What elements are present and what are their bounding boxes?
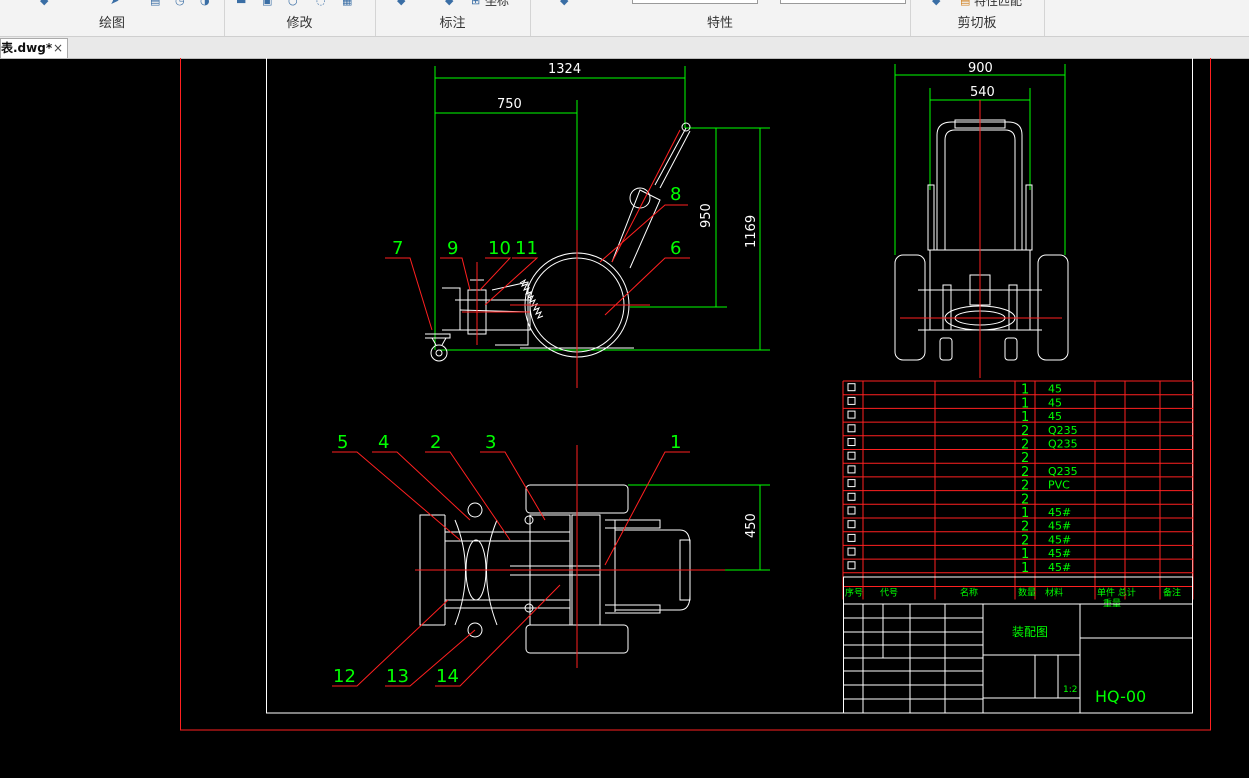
- ribbon-toolbar: ◆ ➤ ▤ ◷ ◑ 绘图 ▬ ▣ ○ ◌ ▦ 修改 ◆ ◆ ⊞ 坐标 标注 ◆ …: [0, 0, 1249, 37]
- ribbon-group-clipboard: ◆ ▤ 特性匹配 剪切板: [910, 0, 1045, 36]
- balloon-12: 12: [333, 666, 356, 687]
- balloon-11: 11: [515, 238, 538, 259]
- ribbon-group-label-annotate: 标注: [439, 16, 466, 31]
- drawing-canvas[interactable]: 1324 750 950 1169 7 9 10 11 6 8 450 5 4 …: [0, 49, 1249, 774]
- bom-row-qty: 1: [1021, 561, 1029, 576]
- bom-row-marker: [847, 424, 856, 433]
- title-block-drawing-number: HQ-00: [1095, 687, 1146, 706]
- region-icon[interactable]: ◷: [175, 0, 187, 6]
- ribbon-group-properties: ◆ 特性: [530, 0, 911, 36]
- bom-row-material: Q235: [1048, 438, 1078, 451]
- balloon-5: 5: [337, 432, 348, 453]
- match-properties-icon[interactable]: ▤: [960, 0, 972, 6]
- title-block-scale: 1:2: [1063, 685, 1077, 695]
- array-icon[interactable]: ▦: [342, 0, 354, 6]
- ribbon-group-modify: ▬ ▣ ○ ◌ ▦ 修改: [224, 0, 376, 36]
- bom-header-cell: 备注: [1163, 587, 1181, 599]
- coordinate-icon[interactable]: ⊞: [471, 0, 483, 6]
- dim-450: 450: [744, 513, 759, 538]
- balloon-3: 3: [485, 432, 496, 453]
- balloon-7: 7: [392, 238, 403, 259]
- paste-icon[interactable]: ◆: [932, 0, 944, 6]
- hatch-icon[interactable]: ➤: [110, 0, 122, 6]
- bom-row-marker: [847, 520, 856, 529]
- bom-header-cell: 代号: [880, 588, 898, 599]
- cad-drawing: 1324 750 950 1169 7 9 10 11 6 8 450 5 4 …: [180, 49, 1211, 731]
- dim-900: 900: [968, 61, 993, 76]
- balloon-6: 6: [670, 238, 681, 259]
- ribbon-group-label-draw: 绘图: [98, 16, 125, 31]
- bom-row-marker: [847, 506, 856, 515]
- leader-icon[interactable]: ◆: [445, 0, 457, 6]
- bom-row-material: 45: [1048, 396, 1062, 409]
- polyline-icon[interactable]: ◆: [40, 0, 52, 6]
- bom-row-material: 45: [1048, 383, 1062, 396]
- boundary-icon[interactable]: ◑: [200, 0, 212, 6]
- move-icon[interactable]: ▬: [236, 0, 248, 6]
- bom-row-material: 45: [1048, 410, 1062, 423]
- close-icon[interactable]: ×: [53, 39, 63, 58]
- document-tab[interactable]: 表.dwg* ×: [0, 38, 68, 58]
- document-tab-label: 表.dwg*: [1, 41, 53, 55]
- bom-row-marker: [847, 438, 856, 446]
- coordinate-button-label[interactable]: 坐标: [485, 0, 509, 9]
- dim-950: 950: [699, 203, 714, 228]
- front-view: 900 540: [894, 61, 1069, 378]
- side-view: 1324 750 950 1169 7 9 10 11 6 8: [385, 62, 770, 388]
- bom-header-cell: 序号: [845, 587, 863, 599]
- document-tab-bar: 表.dwg* ×: [0, 37, 1249, 59]
- balloon-9: 9: [447, 238, 458, 259]
- ribbon-group-label-modify: 修改: [286, 16, 313, 31]
- bom-header-cell: 单件 总计: [1097, 587, 1136, 599]
- bom-table: 1 451 451 452 Q2352 Q23522 Q2352 PVC21 45#2 45#2 4…: [842, 380, 1194, 714]
- ribbon-group-draw: ◆ ➤ ▤ ◷ ◑ 绘图: [0, 0, 225, 36]
- title-block-drawing-name: 装配图: [1012, 625, 1048, 639]
- bom-header-cell: 数量: [1018, 587, 1036, 599]
- bom-row-material: Q235: [1048, 465, 1078, 478]
- ribbon-group-label-clipboard: 剪切板: [957, 16, 997, 31]
- balloon-13: 13: [386, 666, 409, 687]
- balloon-2: 2: [430, 432, 441, 453]
- bom-row-material: 45#: [1048, 520, 1071, 533]
- layer-icon[interactable]: ◆: [560, 0, 572, 6]
- linetype-dropdown[interactable]: [780, 0, 906, 4]
- top-view: 450 5 4 2 3 1 12 13 14: [332, 432, 770, 687]
- bom-row-marker: [847, 547, 856, 556]
- dim-540: 540: [970, 85, 995, 100]
- bom-row-marker: [847, 396, 856, 405]
- dim-1324: 1324: [548, 62, 581, 77]
- bom-row-marker: [847, 465, 856, 474]
- gradient-icon[interactable]: ▤: [150, 0, 162, 6]
- trim-icon[interactable]: ◌: [316, 0, 328, 6]
- bom-row-marker: [847, 383, 856, 392]
- ribbon-group-annotate: ◆ ◆ ⊞ 坐标 标注: [375, 0, 531, 36]
- bom-row-marker: [847, 479, 856, 488]
- bom-row-material: 45#: [1048, 547, 1071, 560]
- dimension-icon[interactable]: ◆: [397, 0, 409, 6]
- ribbon-group-label-properties: 特性: [706, 16, 733, 31]
- balloon-1: 1: [670, 432, 681, 453]
- balloon-8: 8: [670, 184, 681, 205]
- bom-row-marker: [847, 533, 856, 542]
- balloon-4: 4: [378, 432, 389, 453]
- bom-row-marker: [847, 410, 856, 419]
- bom-row-material: 45#: [1048, 506, 1071, 519]
- dim-1169: 1169: [744, 215, 759, 248]
- bom-row-marker: [847, 492, 856, 501]
- bom-row-material: PVC: [1048, 479, 1070, 492]
- rotate-icon[interactable]: ○: [288, 0, 300, 6]
- match-properties-button[interactable]: 特性匹配: [974, 0, 1022, 9]
- bom-header-cell: 名称: [960, 587, 978, 599]
- bom-row-marker: [847, 451, 856, 460]
- bom-header-cell: 材料: [1045, 587, 1063, 599]
- bom-row-material: 45#: [1048, 533, 1071, 546]
- dim-750: 750: [497, 97, 522, 112]
- bom-row-material: Q235: [1048, 424, 1078, 437]
- balloon-10: 10: [488, 238, 511, 259]
- copy-icon[interactable]: ▣: [262, 0, 274, 6]
- color-dropdown[interactable]: [632, 0, 758, 4]
- balloon-14: 14: [436, 666, 459, 687]
- bom-row-marker: [847, 561, 856, 570]
- bom-row-material: 45#: [1048, 561, 1071, 574]
